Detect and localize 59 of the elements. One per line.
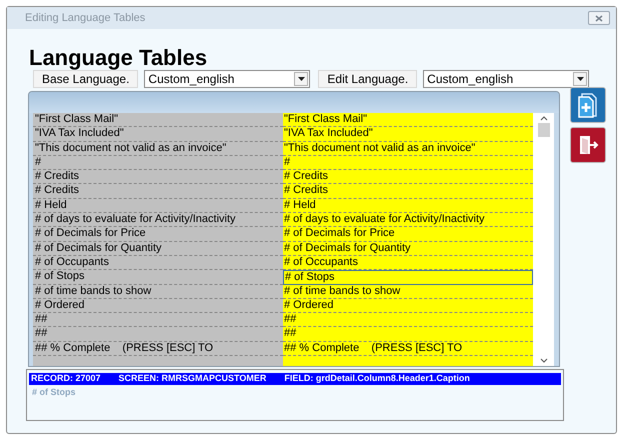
base-text-cell: ## % Complete (PRESS [ESC] TO [33, 342, 283, 356]
dropdown-button[interactable] [573, 72, 588, 86]
base-text-cell: # Held [33, 198, 283, 214]
close-button[interactable] [588, 11, 610, 25]
base-text-cell: ## [33, 327, 283, 342]
dropdown-button[interactable] [294, 72, 308, 86]
edit-text-cell[interactable]: ## [283, 313, 533, 328]
base-text-cell: "IVA Tax Included" [33, 127, 283, 142]
scroll-down-icon [540, 358, 548, 363]
base-text-cell: # of Stops [33, 270, 283, 285]
close-icon [595, 14, 603, 22]
base-text-cell: "This document not valid as an invoice" [33, 142, 283, 156]
edit-text-cell[interactable]: # of Occupants [283, 256, 533, 270]
edit-language-label: Edit Language. [318, 70, 418, 88]
base-text-cell: # of Decimals for Price [33, 227, 283, 242]
edit-text-cell[interactable]: # Credits [283, 184, 533, 199]
edit-language-dropdown[interactable]: Custom_english [423, 70, 590, 88]
edit-text-cell[interactable]: # of Decimals for Price [283, 227, 533, 242]
edit-text-cell[interactable]: ## % Complete (PRESS [ESC] TO [283, 342, 533, 356]
caret-icon [576, 77, 584, 81]
exit-button[interactable] [570, 127, 606, 163]
edit-text-cell[interactable]: ## [283, 327, 533, 342]
edit-text-cell[interactable]: # [283, 156, 533, 170]
edit-text-cell[interactable]: # Ordered [283, 298, 533, 314]
edit-text-cell[interactable]: "This document not valid as an invoice" [283, 142, 533, 156]
base-language-dropdown[interactable]: Custom_english [144, 70, 310, 88]
record-number: RECORD: 27007 [31, 372, 101, 386]
base-text-cell: ## [33, 313, 283, 328]
add-page-icon [576, 92, 600, 118]
edit-text-cell[interactable]: # of Stops [283, 270, 533, 285]
field-name: FIELD: grdDetail.Column8.Header1.Caption [284, 372, 470, 386]
window-title: Editing Language Tables [25, 10, 146, 26]
edit-text-cell[interactable]: # Credits [283, 170, 533, 184]
base-text-cell: # [33, 156, 283, 170]
edit-text-cell[interactable]: # of Decimals for Quantity [283, 242, 533, 256]
base-text-cell: # of Occupants [33, 256, 283, 270]
edit-text-cell[interactable]: # of time bands to show [283, 284, 533, 299]
edit-text-cell[interactable]: "IVA Tax Included" [283, 127, 533, 142]
edit-text-cell[interactable]: "First Class Mail" [283, 113, 533, 128]
base-text-cell: # of days to evaluate for Activity/Inactivity [33, 213, 283, 228]
dropdown-value: Custom_english [427, 71, 514, 88]
caret-icon [298, 77, 305, 81]
dropdown-value: Custom_english [148, 71, 234, 88]
current-value-text: # of Stops [31, 386, 77, 399]
new-document-button[interactable] [570, 87, 606, 123]
scroll-thumb[interactable] [538, 123, 550, 137]
base-text-cell: # Credits [33, 184, 283, 199]
base-text-cell: "First Class Mail" [33, 113, 283, 128]
base-language-label: Base Language. [33, 70, 138, 88]
base-text-cell: # Credits [33, 170, 283, 184]
scroll-up-icon [540, 116, 548, 121]
screen-name: SCREEN: RMRSGMAPCUSTOMER [118, 372, 266, 386]
page-heading: Language Tables [28, 45, 208, 71]
edit-text-cell[interactable]: # of days to evaluate for Activity/Inactivity [283, 213, 533, 228]
base-text-cell: # of time bands to show [33, 284, 283, 299]
base-text-cell: # Ordered [33, 298, 283, 314]
edit-text-cell[interactable]: # Held [283, 198, 533, 214]
base-text-cell: # of Decimals for Quantity [33, 242, 283, 256]
scrollbar[interactable] [533, 113, 554, 366]
